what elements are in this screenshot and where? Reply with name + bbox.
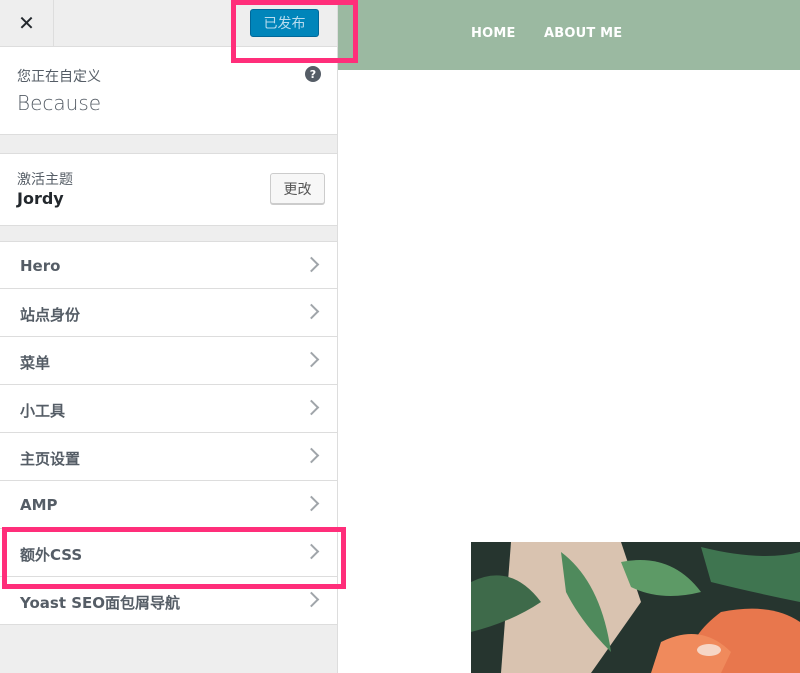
section-label: 菜单 bbox=[20, 354, 51, 372]
chevron-right-icon bbox=[303, 447, 320, 464]
chevron-right-icon bbox=[303, 495, 320, 512]
section-label: Yoast SEO面包屑导航 bbox=[20, 594, 181, 612]
hero-image bbox=[471, 542, 800, 673]
section-label: AMP bbox=[20, 496, 58, 514]
chevron-right-icon bbox=[303, 591, 320, 608]
section-menus[interactable]: 菜单 bbox=[0, 337, 337, 385]
active-theme-panel: 激活主题 Jordy 更改 bbox=[0, 153, 337, 226]
chevron-right-icon bbox=[303, 303, 320, 320]
nav-home-link[interactable]: HOME bbox=[471, 26, 516, 41]
preview-header: HOME ABOUT ME bbox=[338, 0, 800, 70]
customizer-info: 您正在自定义 Because ? bbox=[0, 47, 337, 135]
customizing-label: 您正在自定义 bbox=[17, 69, 101, 85]
section-label: 小工具 bbox=[20, 402, 66, 420]
section-label: Hero bbox=[20, 257, 61, 275]
section-additional-css[interactable]: 额外CSS bbox=[0, 529, 337, 577]
section-yoast-breadcrumbs[interactable]: Yoast SEO面包屑导航 bbox=[0, 577, 337, 625]
close-icon[interactable]: ✕ bbox=[18, 11, 35, 35]
publish-button[interactable]: 已发布 bbox=[250, 9, 319, 37]
section-site-identity[interactable]: 站点身份 bbox=[0, 289, 337, 337]
chevron-right-icon bbox=[303, 399, 320, 416]
nav-about-link[interactable]: ABOUT ME bbox=[544, 26, 622, 41]
section-label: 额外CSS bbox=[20, 546, 83, 564]
close-button[interactable]: ✕ bbox=[0, 0, 54, 46]
customizer-sidebar: ✕ 已发布 您正在自定义 Because ? 激活主题 Jordy 更改 Her… bbox=[0, 0, 338, 673]
section-label: 主页设置 bbox=[20, 450, 81, 468]
site-title: Because bbox=[17, 91, 102, 115]
site-preview: HOME ABOUT ME bbox=[338, 0, 800, 673]
change-theme-button[interactable]: 更改 bbox=[270, 173, 325, 204]
section-widgets[interactable]: 小工具 bbox=[0, 385, 337, 433]
section-list: Hero 站点身份 菜单 小工具 主页设置 AMP 额外CSS Yoast SE… bbox=[0, 241, 337, 625]
theme-name: Jordy bbox=[17, 189, 64, 208]
section-amp[interactable]: AMP bbox=[0, 481, 337, 529]
section-homepage-settings[interactable]: 主页设置 bbox=[0, 433, 337, 481]
hero-photo-illustration bbox=[471, 542, 800, 673]
section-label: 站点身份 bbox=[20, 306, 81, 324]
chevron-right-icon bbox=[303, 351, 320, 368]
chevron-right-icon bbox=[303, 543, 320, 560]
customizer-header: ✕ 已发布 bbox=[0, 0, 337, 47]
chevron-right-icon bbox=[303, 256, 320, 273]
help-icon[interactable]: ? bbox=[305, 66, 321, 82]
section-hero[interactable]: Hero bbox=[0, 241, 337, 289]
active-theme-label: 激活主题 bbox=[17, 172, 73, 188]
